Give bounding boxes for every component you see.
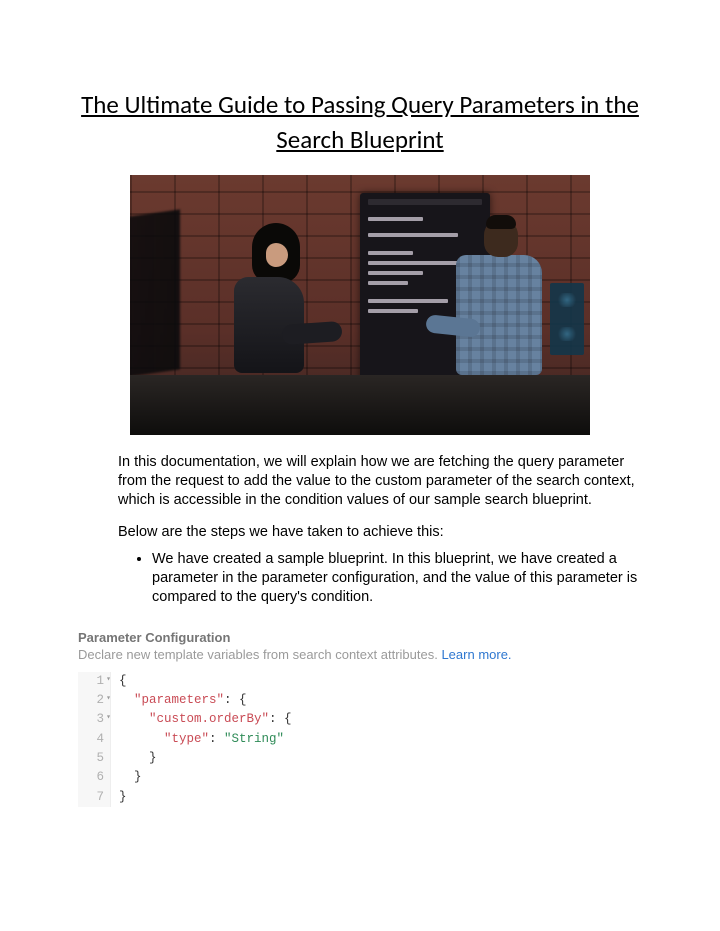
- page-title: The Ultimate Guide to Passing Query Para…: [70, 87, 650, 157]
- code-row: 1▾ {: [78, 672, 338, 691]
- code-row: 6 }: [78, 768, 338, 787]
- learn-more-link[interactable]: Learn more.: [441, 647, 511, 662]
- line-number: 6: [78, 768, 111, 787]
- intro-paragraph: In this documentation, we will explain h…: [118, 453, 650, 510]
- fold-icon[interactable]: ▾: [106, 693, 111, 705]
- line-number: 1▾: [78, 672, 111, 691]
- code-editor: 1▾ { 2▾ "parameters": { 3▾ "custom.order…: [78, 672, 338, 808]
- code-row: 4 "type": "String": [78, 730, 338, 749]
- foreground-monitor: [130, 209, 180, 380]
- line-number: 3▾: [78, 710, 111, 729]
- steps-list: We have created a sample blueprint. In t…: [118, 550, 650, 607]
- config-subtext: Declare new template variables from sear…: [78, 647, 638, 662]
- document-page: The Ultimate Guide to Passing Query Para…: [0, 0, 720, 847]
- person-right: [456, 219, 566, 399]
- config-heading: Parameter Configuration: [78, 630, 638, 645]
- hero-image: [130, 175, 590, 435]
- person-left: [226, 223, 326, 393]
- line-number: 2▾: [78, 691, 111, 710]
- config-subtext-text: Declare new template variables from sear…: [78, 647, 441, 662]
- list-item: We have created a sample blueprint. In t…: [152, 550, 650, 607]
- code-row: 3▾ "custom.orderBy": {: [78, 710, 338, 729]
- line-number: 4: [78, 730, 111, 749]
- parameter-configuration-block: Parameter Configuration Declare new temp…: [78, 630, 638, 808]
- line-number: 7: [78, 788, 111, 807]
- fold-icon[interactable]: ▾: [106, 712, 111, 724]
- steps-lead: Below are the steps we have taken to ach…: [118, 524, 650, 540]
- code-row: 7 }: [78, 788, 338, 807]
- line-number: 5: [78, 749, 111, 768]
- code-row: 5 }: [78, 749, 338, 768]
- floor: [130, 375, 590, 435]
- fold-icon[interactable]: ▾: [106, 674, 111, 686]
- code-row: 2▾ "parameters": {: [78, 691, 338, 710]
